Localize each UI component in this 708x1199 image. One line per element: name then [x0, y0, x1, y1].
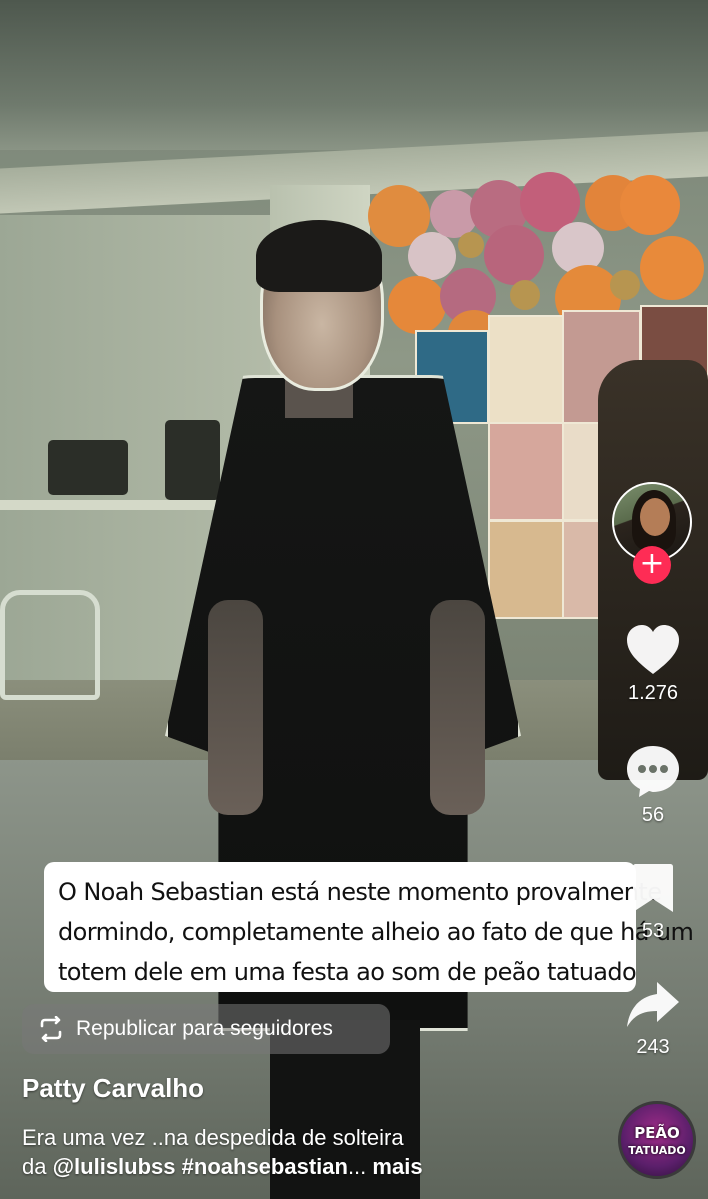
caption-line: Era uma vez ..na despedida de solteira — [22, 1125, 404, 1150]
repost-icon — [40, 1016, 62, 1042]
heart-icon — [627, 625, 679, 674]
overlay-line: O Noah Sebastian está neste momento prov… — [58, 878, 662, 906]
bookmark-icon — [633, 864, 673, 912]
music-disc-title: PEÃO — [634, 1124, 680, 1142]
avatar-face — [640, 498, 670, 536]
caption-line: da @lulislubss #noahsebastian... mais — [22, 1152, 562, 1181]
comment-button[interactable]: 56 — [613, 744, 693, 827]
like-button[interactable]: 1.276 — [613, 624, 693, 705]
more-link[interactable]: mais — [372, 1154, 422, 1179]
likes-count: 1.276 — [627, 682, 679, 704]
follow-button[interactable]: + — [633, 546, 671, 584]
bookmarks-count: 53 — [641, 920, 665, 942]
share-icon — [627, 982, 679, 1027]
comments-count: 56 — [641, 804, 665, 826]
plus-icon: + — [639, 546, 665, 581]
bookmark-button[interactable]: 53 — [613, 862, 693, 943]
video-text-overlay: O Noah Sebastian está neste momento prov… — [44, 862, 694, 992]
author-name[interactable]: Patty Carvalho — [22, 1073, 204, 1104]
overlay-line: totem dele em uma festa ao som de peão t… — [58, 958, 637, 986]
repost-button[interactable]: Republicar para seguidores — [22, 1004, 390, 1054]
shares-count: 243 — [636, 1036, 670, 1058]
caption-prefix: da — [22, 1154, 53, 1179]
hashtag-link[interactable]: #noahsebastian — [182, 1154, 348, 1179]
share-button[interactable]: 243 — [613, 980, 693, 1059]
music-disc-subtitle: TATUADO — [628, 1144, 686, 1157]
music-disc[interactable]: PEÃO TATUADO — [618, 1101, 696, 1179]
post-caption[interactable]: Era uma vez ..na despedida de solteira d… — [22, 1123, 562, 1181]
ui-overlay: O Noah Sebastian está neste momento prov… — [0, 0, 708, 1199]
repost-label: Republicar para seguidores — [76, 1017, 333, 1040]
comment-icon — [627, 746, 679, 797]
overlay-line: dormindo, completamente alheio ao fato d… — [58, 918, 694, 946]
caption-ellipsis: ... — [347, 1154, 367, 1179]
mention-link[interactable]: @lulislubss — [53, 1154, 176, 1179]
